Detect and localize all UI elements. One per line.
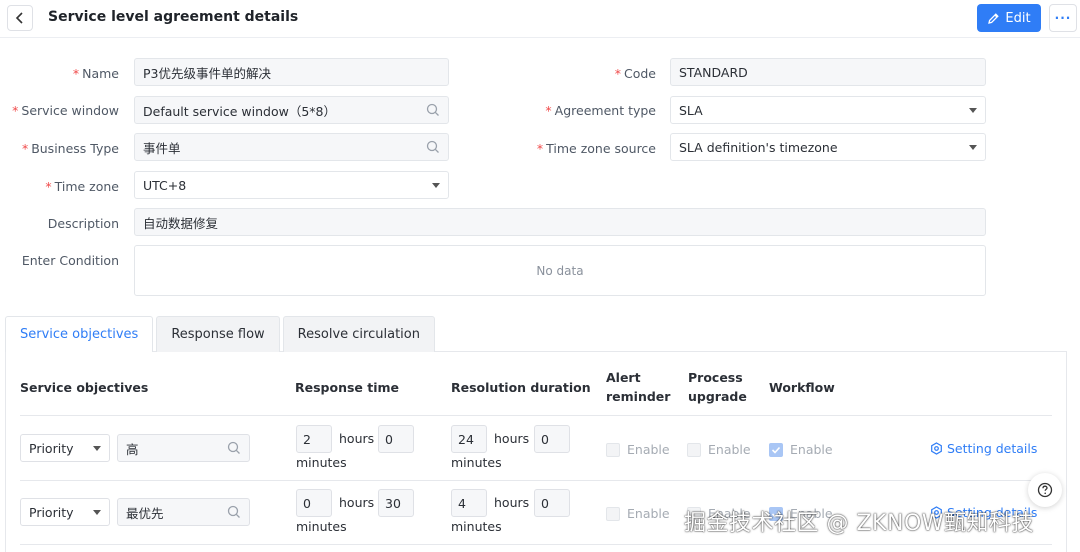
row2-alert-label: Enable bbox=[627, 506, 670, 521]
table-row-divider bbox=[20, 544, 1052, 545]
page-header: Service level agreement details Edit ··· bbox=[0, 0, 1080, 38]
enter-condition-empty: No data bbox=[134, 245, 986, 296]
code-field[interactable]: STANDARD bbox=[670, 58, 986, 86]
row2-resolution-minutes-unit: minutes bbox=[451, 519, 502, 534]
row2-response-minutes-unit: minutes bbox=[296, 519, 347, 534]
row1-resolution-minutes[interactable]: 0 bbox=[534, 425, 570, 453]
watermark: 掘金技术社区 @ ZKNOW甄知科技 bbox=[684, 511, 1035, 536]
chevron-down-icon bbox=[93, 509, 101, 515]
row2-resolution-minutes[interactable]: 0 bbox=[534, 489, 570, 517]
table-row-divider bbox=[20, 480, 1052, 481]
row1-workflow-checkbox[interactable] bbox=[769, 443, 783, 457]
row1-response-minutes-unit: minutes bbox=[296, 455, 347, 470]
description-label: Description bbox=[47, 216, 119, 231]
service-window-label: * Service window bbox=[12, 103, 119, 118]
row1-setting-details-label: Setting details bbox=[947, 441, 1038, 456]
row1-response-hours[interactable]: 2 bbox=[296, 425, 332, 453]
chevron-down-icon bbox=[969, 107, 977, 113]
search-icon bbox=[426, 103, 439, 116]
row2-resolution-hours-unit: hours bbox=[494, 495, 530, 510]
question-icon bbox=[1037, 482, 1053, 498]
code-label: * Code bbox=[614, 66, 656, 81]
tab-resolve-circulation[interactable]: Resolve circulation bbox=[282, 316, 435, 352]
business-type-label: * Business Type bbox=[21, 141, 119, 156]
col-resolution-duration: Resolution duration bbox=[451, 380, 591, 395]
row2-response-minutes[interactable]: 30 bbox=[378, 489, 414, 517]
enter-condition-label: Enter Condition bbox=[21, 253, 119, 268]
agreement-type-label: * Agreement type bbox=[545, 103, 656, 118]
business-type-field[interactable]: 事件单 bbox=[134, 133, 449, 161]
time-zone-source-label: * Time zone source bbox=[536, 141, 656, 156]
gear-icon bbox=[931, 442, 942, 455]
search-icon bbox=[426, 140, 439, 153]
more-button[interactable]: ··· bbox=[1049, 4, 1077, 32]
row2-response-hours[interactable]: 0 bbox=[296, 489, 332, 517]
chevron-down-icon bbox=[93, 445, 101, 451]
row2-type-select[interactable]: Priority bbox=[20, 498, 110, 526]
search-icon bbox=[227, 441, 240, 454]
tab-service-objectives[interactable]: Service objectives bbox=[5, 316, 154, 352]
edit-button[interactable]: Edit bbox=[977, 4, 1041, 32]
row2-resolution-hours[interactable]: 4 bbox=[451, 489, 487, 517]
row1-response-hours-unit: hours bbox=[339, 431, 375, 446]
row1-resolution-minutes-unit: minutes bbox=[451, 455, 502, 470]
search-icon bbox=[227, 505, 240, 518]
row1-alert-checkbox[interactable] bbox=[606, 443, 620, 457]
tab-response-flow[interactable]: Response flow bbox=[156, 316, 280, 352]
pencil-icon bbox=[988, 12, 1000, 24]
row1-upgrade-checkbox[interactable] bbox=[687, 443, 701, 457]
chevron-down-icon bbox=[432, 182, 440, 188]
row1-alert-label: Enable bbox=[627, 442, 670, 457]
chevron-down-icon bbox=[969, 144, 977, 150]
row2-value-field[interactable]: 最优先 bbox=[117, 498, 250, 526]
row1-resolution-hours-unit: hours bbox=[494, 431, 530, 446]
agreement-type-select[interactable]: SLA bbox=[670, 96, 986, 124]
row1-resolution-hours[interactable]: 24 bbox=[451, 425, 487, 453]
col-workflow: Workflow bbox=[769, 380, 835, 395]
chevron-left-icon bbox=[15, 12, 23, 24]
page-title: Service level agreement details bbox=[48, 9, 299, 25]
description-field[interactable]: 自动数据修复 bbox=[134, 208, 986, 236]
time-zone-source-select[interactable]: SLA definition's timezone bbox=[670, 133, 986, 161]
tab-bar: Service objectives Response flow Resolve… bbox=[5, 316, 435, 352]
row1-workflow-label: Enable bbox=[790, 442, 833, 457]
col-alert-reminder: Alert reminder bbox=[606, 370, 671, 404]
row1-setting-details-link[interactable]: Setting details bbox=[930, 441, 1037, 456]
col-response-time: Response time bbox=[295, 380, 400, 395]
back-button[interactable] bbox=[7, 5, 33, 31]
time-zone-label: * Time zone bbox=[45, 179, 119, 194]
name-field[interactable]: P3优先级事件单的解决 bbox=[134, 58, 449, 86]
check-icon bbox=[771, 446, 781, 454]
row1-upgrade-label: Enable bbox=[708, 442, 751, 457]
edit-button-label: Edit bbox=[1005, 10, 1031, 26]
row1-value-field[interactable]: 高 bbox=[117, 434, 250, 462]
name-label: * Name bbox=[72, 66, 119, 81]
time-zone-select[interactable]: UTC+8 bbox=[134, 171, 449, 199]
row2-alert-checkbox[interactable] bbox=[606, 507, 620, 521]
help-button[interactable] bbox=[1028, 473, 1062, 507]
table-header-divider bbox=[20, 415, 1052, 416]
col-service-objectives: Service objectives bbox=[20, 380, 149, 395]
row2-response-hours-unit: hours bbox=[339, 495, 375, 510]
service-window-field[interactable]: Default service window（5*8） bbox=[134, 96, 449, 124]
row1-response-minutes[interactable]: 0 bbox=[378, 425, 414, 453]
row1-type-select[interactable]: Priority bbox=[20, 434, 110, 462]
col-process-upgrade: Process upgrade bbox=[688, 370, 747, 404]
